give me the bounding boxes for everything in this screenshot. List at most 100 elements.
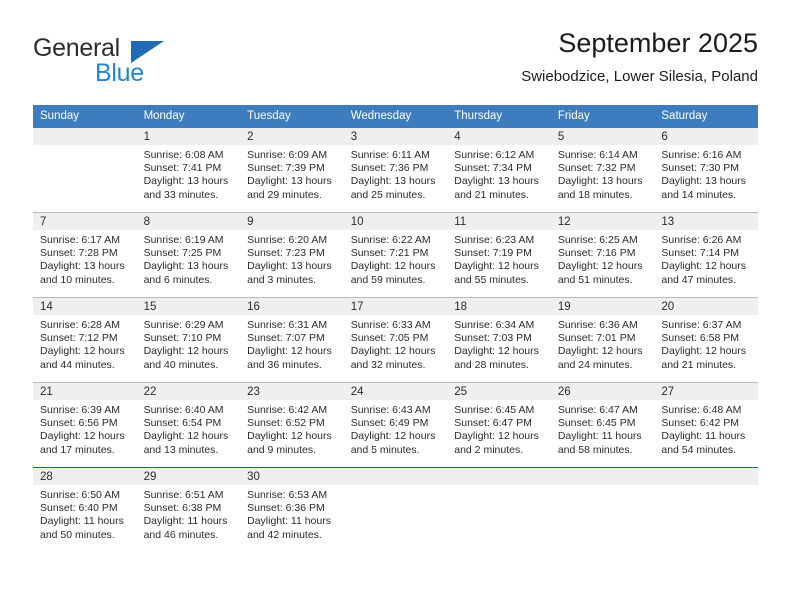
sunrise-text: Sunrise: 6:16 AM	[661, 149, 742, 161]
sunrise-text: Sunrise: 6:23 AM	[454, 234, 535, 246]
calendar-head: Sunday Monday Tuesday Wednesday Thursday Frid…	[33, 105, 758, 128]
calendar-week-row: 1 Sunrise: 6:08 AM Sunset: 7:41 PM Daylight…	[33, 128, 758, 213]
calendar-day-cell[interactable]: 28 Sunrise: 6:50 AM Sunset: 6:40 PM Dayligh…	[33, 467, 137, 552]
calendar-day-cell[interactable]: 21 Sunrise: 6:39 AM Sunset: 6:56 PM Dayligh…	[33, 382, 137, 468]
daylight-text-line1: Daylight: 13 hours	[143, 260, 229, 273]
calendar-day-cell[interactable]: 25 Sunrise: 6:45 AM Sunset: 6:47 PM Dayligh…	[447, 382, 551, 468]
calendar-day-cell[interactable]: 12 Sunrise: 6:25 AM Sunset: 7:16 PM Dayligh…	[550, 212, 655, 298]
day-cell-content: 25 Sunrise: 6:45 AM Sunset: 6:47 PM Dayligh…	[447, 383, 551, 467]
daylight-text-line1: Daylight: 12 hours	[350, 260, 436, 273]
calendar-day-cell[interactable]: 16 Sunrise: 6:31 AM Sunset: 7:07 PM Dayligh…	[240, 297, 344, 383]
calendar-day-cell[interactable]: 4 Sunrise: 6:12 AM Sunset: 7:34 PM Daylight…	[447, 128, 551, 213]
day-number: 14	[33, 298, 137, 315]
daylight-text-line2: and 18 minutes.	[557, 188, 633, 201]
day-details: Sunrise: 6:40 AM Sunset: 6:54 PM Daylight:…	[137, 400, 241, 457]
calendar-day-cell[interactable]: 18 Sunrise: 6:34 AM Sunset: 7:03 PM Dayligh…	[447, 297, 551, 383]
sunset-text: Sunset: 6:42 PM	[661, 417, 740, 430]
day-cell-content: 13 Sunrise: 6:26 AM Sunset: 7:14 PM Dayligh…	[654, 213, 758, 297]
calendar-day-cell[interactable]: 1 Sunrise: 6:08 AM Sunset: 7:41 PM Daylight…	[136, 128, 241, 213]
day-details: Sunrise: 6:12 AM Sunset: 7:34 PM Daylight:…	[447, 145, 551, 202]
daylight-text-line1: Daylight: 13 hours	[557, 175, 643, 188]
daylight-text-line2: and 50 minutes.	[40, 528, 115, 541]
general-blue-logo: General Blue	[33, 26, 253, 88]
calendar-day-cell[interactable]: 15 Sunrise: 6:29 AM Sunset: 7:10 PM Dayligh…	[136, 297, 241, 383]
daylight-text-line1: Daylight: 12 hours	[247, 345, 332, 358]
calendar-day-cell[interactable]: 8 Sunrise: 6:19 AM Sunset: 7:25 PM Daylight…	[136, 212, 241, 298]
daylight-text-line2: and 6 minutes.	[143, 273, 213, 286]
day-cell-content: 5 Sunrise: 6:14 AM Sunset: 7:32 PM Daylight…	[550, 128, 655, 212]
daylight-text-line2: and 47 minutes.	[661, 273, 737, 286]
sunset-text: Sunset: 7:05 PM	[350, 332, 429, 345]
calendar-day-cell[interactable]: 5 Sunrise: 6:14 AM Sunset: 7:32 PM Daylight…	[550, 128, 655, 213]
weekday-header-monday: Monday	[136, 105, 241, 128]
day-number: 3	[343, 128, 448, 145]
sunset-text: Sunset: 6:54 PM	[143, 417, 222, 430]
daylight-text-line1: Daylight: 12 hours	[454, 430, 539, 443]
daylight-text-line1: Daylight: 12 hours	[247, 430, 332, 443]
daylight-text-line2: and 46 minutes.	[143, 528, 219, 541]
calendar-day-cell[interactable]: 27 Sunrise: 6:48 AM Sunset: 6:42 PM Dayligh…	[654, 382, 758, 468]
calendar-grid: Sunday Monday Tuesday Wednesday Thursday Frid…	[33, 105, 758, 552]
calendar-day-cell[interactable]: 6 Sunrise: 6:16 AM Sunset: 7:30 PM Daylight…	[654, 128, 758, 213]
day-details: Sunrise: 6:17 AM Sunset: 7:28 PM Daylight:…	[33, 230, 137, 287]
calendar-day-cell[interactable]: 30 Sunrise: 6:53 AM Sunset: 6:36 PM Dayligh…	[240, 467, 344, 552]
day-details: Sunrise: 6:23 AM Sunset: 7:19 PM Daylight:…	[447, 230, 551, 287]
daylight-text-line1: Daylight: 13 hours	[40, 260, 125, 273]
calendar-day-cell[interactable]: 3 Sunrise: 6:11 AM Sunset: 7:36 PM Daylight…	[343, 128, 448, 213]
sunrise-text: Sunrise: 6:34 AM	[454, 319, 535, 331]
daylight-text-line2: and 5 minutes.	[350, 443, 420, 456]
sunrise-text: Sunrise: 6:51 AM	[143, 489, 224, 501]
day-details: Sunrise: 6:31 AM Sunset: 7:07 PM Daylight:…	[240, 315, 344, 372]
calendar-day-cell[interactable]: 7 Sunrise: 6:17 AM Sunset: 7:28 PM Daylight…	[33, 212, 137, 298]
day-number: 11	[447, 213, 551, 230]
sunrise-text: Sunrise: 6:26 AM	[661, 234, 742, 246]
calendar-day-cell[interactable]: 23 Sunrise: 6:42 AM Sunset: 6:52 PM Dayligh…	[240, 382, 344, 468]
calendar-day-cell[interactable]: 22 Sunrise: 6:40 AM Sunset: 6:54 PM Dayligh…	[136, 382, 241, 468]
calendar-day-cell[interactable]: 14 Sunrise: 6:28 AM Sunset: 7:12 PM Dayligh…	[33, 297, 137, 383]
daylight-text-line2: and 32 minutes.	[350, 358, 426, 371]
calendar-day-cell[interactable]: 9 Sunrise: 6:20 AM Sunset: 7:23 PM Daylight…	[240, 212, 344, 298]
calendar-day-cell[interactable]: 24 Sunrise: 6:43 AM Sunset: 6:49 PM Dayligh…	[343, 382, 448, 468]
day-cell-content: 23 Sunrise: 6:42 AM Sunset: 6:52 PM Dayligh…	[240, 383, 344, 467]
daylight-text-line1: Daylight: 12 hours	[350, 345, 436, 358]
sunset-text: Sunset: 7:03 PM	[454, 332, 532, 345]
calendar-day-cell[interactable]: 11 Sunrise: 6:23 AM Sunset: 7:19 PM Dayligh…	[447, 212, 551, 298]
sunrise-text: Sunrise: 6:25 AM	[557, 234, 638, 246]
sunrise-text: Sunrise: 6:09 AM	[247, 149, 328, 161]
sunrise-text: Sunrise: 6:19 AM	[143, 234, 224, 246]
weekday-header-wednesday: Wednesday	[343, 105, 448, 128]
day-cell-content: 16 Sunrise: 6:31 AM Sunset: 7:07 PM Dayligh…	[240, 298, 344, 382]
daylight-text-line1: Daylight: 11 hours	[661, 430, 746, 443]
daylight-text-line1: Daylight: 11 hours	[40, 515, 124, 528]
sunrise-text: Sunrise: 6:39 AM	[40, 404, 120, 416]
page-title: September 2025	[558, 28, 758, 58]
calendar-day-cell[interactable]: 19 Sunrise: 6:36 AM Sunset: 7:01 PM Dayligh…	[550, 297, 655, 383]
calendar-day-cell[interactable]: 2 Sunrise: 6:09 AM Sunset: 7:39 PM Daylight…	[240, 128, 344, 213]
sunrise-text: Sunrise: 6:43 AM	[350, 404, 431, 416]
day-cell-content: 11 Sunrise: 6:23 AM Sunset: 7:19 PM Dayligh…	[447, 213, 551, 297]
calendar-day-cell[interactable]: 17 Sunrise: 6:33 AM Sunset: 7:05 PM Dayligh…	[343, 297, 448, 383]
day-number: 20	[654, 298, 758, 315]
sunset-text: Sunset: 6:52 PM	[247, 417, 325, 430]
calendar-day-cell[interactable]: 13 Sunrise: 6:26 AM Sunset: 7:14 PM Dayligh…	[654, 212, 758, 298]
day-details: Sunrise: 6:08 AM Sunset: 7:41 PM Daylight:…	[137, 145, 241, 202]
calendar-day-cell[interactable]: 29 Sunrise: 6:51 AM Sunset: 6:38 PM Dayligh…	[136, 467, 241, 552]
day-cell-content: 21 Sunrise: 6:39 AM Sunset: 6:56 PM Dayligh…	[33, 383, 137, 467]
day-cell-content: 22 Sunrise: 6:40 AM Sunset: 6:54 PM Dayligh…	[136, 383, 241, 467]
day-details: Sunrise: 6:14 AM Sunset: 7:32 PM Daylight:…	[551, 145, 655, 202]
calendar-day-cell[interactable]: 20 Sunrise: 6:37 AM Sunset: 6:58 PM Dayligh…	[654, 297, 758, 383]
day-number: 7	[33, 213, 137, 230]
sunrise-text: Sunrise: 6:28 AM	[40, 319, 120, 331]
day-details: Sunrise: 6:42 AM Sunset: 6:52 PM Daylight:…	[240, 400, 344, 457]
daylight-text-line1: Daylight: 12 hours	[661, 345, 747, 358]
day-number	[654, 468, 758, 485]
day-number: 12	[550, 213, 655, 230]
calendar-day-cell[interactable]: 26 Sunrise: 6:47 AM Sunset: 6:45 PM Dayligh…	[550, 382, 655, 468]
calendar-day-cell[interactable]: 10 Sunrise: 6:22 AM Sunset: 7:21 PM Dayligh…	[343, 212, 448, 298]
calendar-week-row: 28 Sunrise: 6:50 AM Sunset: 6:40 PM Dayligh…	[33, 467, 758, 552]
daylight-text-line2: and 25 minutes.	[350, 188, 426, 201]
sunrise-text: Sunrise: 6:14 AM	[557, 149, 638, 161]
sunrise-text: Sunrise: 6:12 AM	[454, 149, 535, 161]
daylight-text-line1: Daylight: 12 hours	[557, 345, 643, 358]
day-cell-content: 26 Sunrise: 6:47 AM Sunset: 6:45 PM Dayligh…	[550, 383, 655, 467]
